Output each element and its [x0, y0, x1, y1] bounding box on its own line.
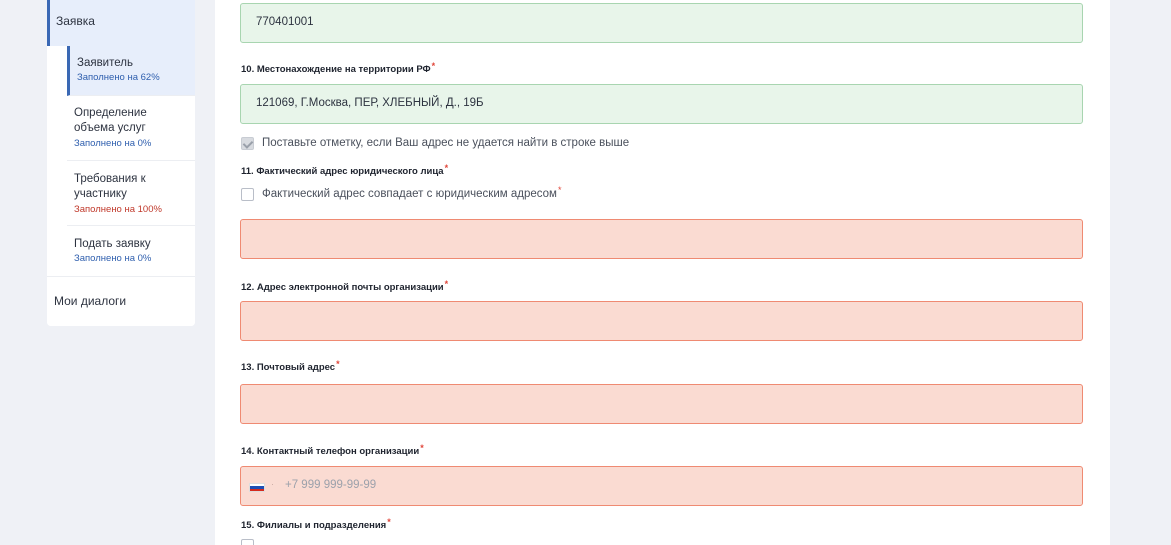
sidebar-item-submit-application[interactable]: Подать заявку Заполнено на 0%: [67, 226, 195, 276]
branches-checkbox[interactable]: [241, 538, 254, 545]
required-marker: *: [431, 61, 436, 71]
sidebar-item-my-dialogs[interactable]: Мои диалоги: [47, 276, 195, 326]
kpp-input[interactable]: 770401001: [240, 3, 1083, 43]
required-marker: *: [557, 185, 562, 195]
branches-checkbox-row[interactable]: [241, 537, 262, 545]
required-marker: *: [420, 443, 424, 453]
sidebar-nav: Заявка Заявитель Заполнено на 62% Опреде…: [47, 0, 195, 326]
question-12-label: 12. Адрес электронной почты организации*: [241, 279, 449, 293]
same-as-legal-address-checkbox[interactable]: [241, 187, 254, 201]
sidebar-item-status: Заполнено на 0%: [74, 253, 152, 264]
address-not-found-label: Поставьте отметку, если Ваш адрес не уда…: [262, 137, 630, 149]
sidebar-item-applicant[interactable]: Заявитель Заполнено на 62%: [67, 46, 195, 96]
phone-placeholder: +7 999 999-99-99: [285, 479, 377, 491]
actual-address-input[interactable]: [240, 219, 1083, 259]
location-address-value: 121069, Г.Москва, ПЕР, ХЛЕБНЫЙ, Д., 19Б: [256, 97, 484, 109]
same-as-legal-address-checkbox-row[interactable]: Фактический адрес совпадает с юридически…: [241, 185, 562, 202]
sidebar-item-status: Заполнено на 0%: [74, 138, 152, 149]
organization-email-input[interactable]: [240, 301, 1083, 341]
location-address-input[interactable]: 121069, Г.Москва, ПЕР, ХЛЕБНЫЙ, Д., 19Б: [240, 84, 1083, 124]
sidebar-item-label: Требования к участнику: [74, 173, 146, 200]
required-marker: *: [336, 359, 340, 369]
sidebar-item-label: Мои диалоги: [54, 294, 127, 308]
address-not-found-checkbox-row[interactable]: Поставьте отметку, если Ваш адрес не уда…: [241, 135, 629, 151]
question-13-label: 13. Почтовый адрес*: [241, 359, 340, 373]
required-marker: *: [444, 279, 449, 289]
sidebar-item-label: Заявитель: [77, 57, 133, 69]
required-marker: *: [444, 163, 449, 173]
sidebar-item-label: Определение объема услуг: [74, 107, 147, 134]
kpp-value: 770401001: [256, 16, 314, 28]
postal-address-input[interactable]: [240, 384, 1083, 424]
organization-phone-input[interactable]: · +7 999 999-99-99: [240, 466, 1083, 506]
sidebar-header-label: Заявка: [56, 14, 95, 28]
question-10-label: 10. Местонахождение на территории РФ*: [241, 61, 436, 75]
sidebar-item-label: Подать заявку: [74, 238, 151, 250]
question-11-label: 11. Фактический адрес юридического лица*: [241, 163, 449, 177]
sidebar-item-status: Заполнено на 62%: [77, 72, 160, 83]
sidebar-header-application[interactable]: Заявка: [47, 0, 195, 46]
sidebar-item-participant-requirements[interactable]: Требования к участнику Заполнено на 100%: [67, 161, 195, 226]
russia-flag-icon[interactable]: [249, 483, 265, 492]
question-14-label: 14. Контактный телефон организации*: [241, 443, 424, 457]
required-marker: *: [387, 517, 391, 527]
question-15-label: 15. Филиалы и подразделения*: [241, 517, 391, 531]
sidebar-item-service-scope[interactable]: Определение объема услуг Заполнено на 0%: [67, 96, 195, 161]
chevron-down-icon[interactable]: ·: [271, 479, 274, 489]
application-form: 770401001 10. Местонахождение на террито…: [215, 0, 1110, 545]
address-not-found-checkbox[interactable]: [241, 136, 254, 150]
same-as-legal-address-label: Фактический адрес совпадает с юридически…: [262, 188, 557, 200]
sidebar-item-status: Заполнено на 100%: [74, 204, 162, 215]
